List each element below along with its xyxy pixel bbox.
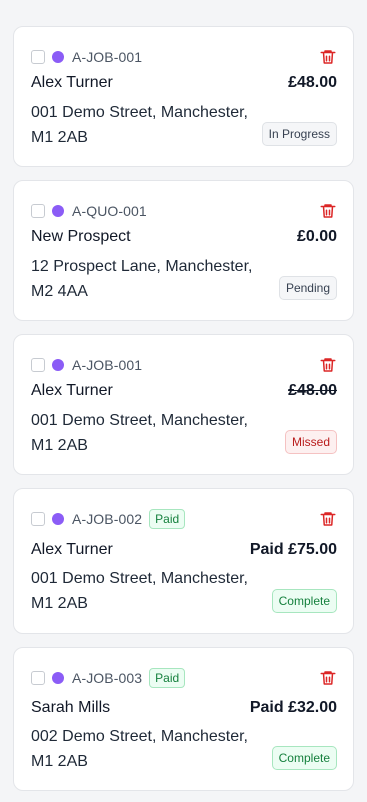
job-id: A-JOB-001: [72, 357, 143, 373]
customer-name: Alex Turner: [31, 74, 113, 91]
trash-icon[interactable]: [319, 669, 337, 687]
customer-name: New Prospect: [31, 228, 131, 245]
job-card[interactable]: A-JOB-003 Paid Sarah Mills Paid £32.00 0…: [13, 647, 354, 791]
job-amount: £48.00: [288, 74, 337, 91]
job-address: 001 Demo Street, Manchester, M1 2AB: [31, 570, 248, 612]
select-checkbox[interactable]: [31, 512, 45, 526]
paid-badge: Paid: [149, 509, 186, 529]
trash-icon[interactable]: [319, 510, 337, 528]
customer-name: Sarah Mills: [31, 699, 111, 716]
job-card[interactable]: A-JOB-001 Alex Turner £48.00 001 Demo St…: [13, 334, 354, 475]
trash-icon[interactable]: [319, 356, 337, 374]
job-amount: Paid £32.00: [249, 699, 337, 716]
status-badge: Pending: [278, 276, 337, 300]
status-badge: In Progress: [261, 122, 337, 146]
job-id: A-JOB-001: [72, 49, 143, 65]
status-dot-icon: [52, 513, 64, 525]
trash-icon[interactable]: [319, 48, 337, 66]
paid-badge: Paid: [149, 668, 186, 688]
job-list: A-JOB-001 Alex Turner £48.00 001 Demo St…: [0, 0, 367, 802]
status-dot-icon: [52, 359, 64, 371]
status-dot-icon: [52, 51, 64, 63]
status-badge: Complete: [271, 589, 337, 613]
job-card-header: A-JOB-003 Paid: [31, 668, 337, 688]
job-address: 001 Demo Street, Manchester, M1 2AB: [31, 104, 248, 146]
job-card-header: A-JOB-001: [31, 355, 337, 375]
select-checkbox[interactable]: [31, 204, 45, 218]
job-id: A-JOB-002: [72, 511, 143, 527]
job-card[interactable]: A-JOB-001 Alex Turner £48.00 001 Demo St…: [13, 26, 354, 167]
job-amount: £48.00: [288, 382, 337, 399]
job-card-header: A-JOB-002 Paid: [31, 509, 337, 529]
job-amount: Paid £75.00: [249, 541, 337, 558]
job-amount: £0.00: [296, 228, 337, 245]
trash-icon[interactable]: [319, 202, 337, 220]
job-card-header: A-JOB-001: [31, 47, 337, 67]
status-badge: Missed: [284, 430, 337, 454]
job-address: 001 Demo Street, Manchester, M1 2AB: [31, 412, 248, 454]
job-card[interactable]: A-JOB-002 Paid Alex Turner Paid £75.00 0…: [13, 488, 354, 634]
select-checkbox[interactable]: [31, 671, 45, 685]
customer-name: Alex Turner: [31, 541, 113, 558]
select-checkbox[interactable]: [31, 50, 45, 64]
job-address: 002 Demo Street, Manchester, M1 2AB: [31, 728, 248, 770]
job-card-header: A-QUO-001: [31, 201, 337, 221]
job-id: A-QUO-001: [72, 203, 147, 219]
status-dot-icon: [52, 205, 64, 217]
status-badge: Complete: [271, 746, 337, 770]
job-card[interactable]: A-QUO-001 New Prospect £0.00 12 Prospect…: [13, 180, 354, 321]
select-checkbox[interactable]: [31, 358, 45, 372]
job-id: A-JOB-003: [72, 670, 143, 686]
status-dot-icon: [52, 672, 64, 684]
customer-name: Alex Turner: [31, 382, 113, 399]
job-address: 12 Prospect Lane, Manchester, M2 4AA: [31, 258, 253, 300]
